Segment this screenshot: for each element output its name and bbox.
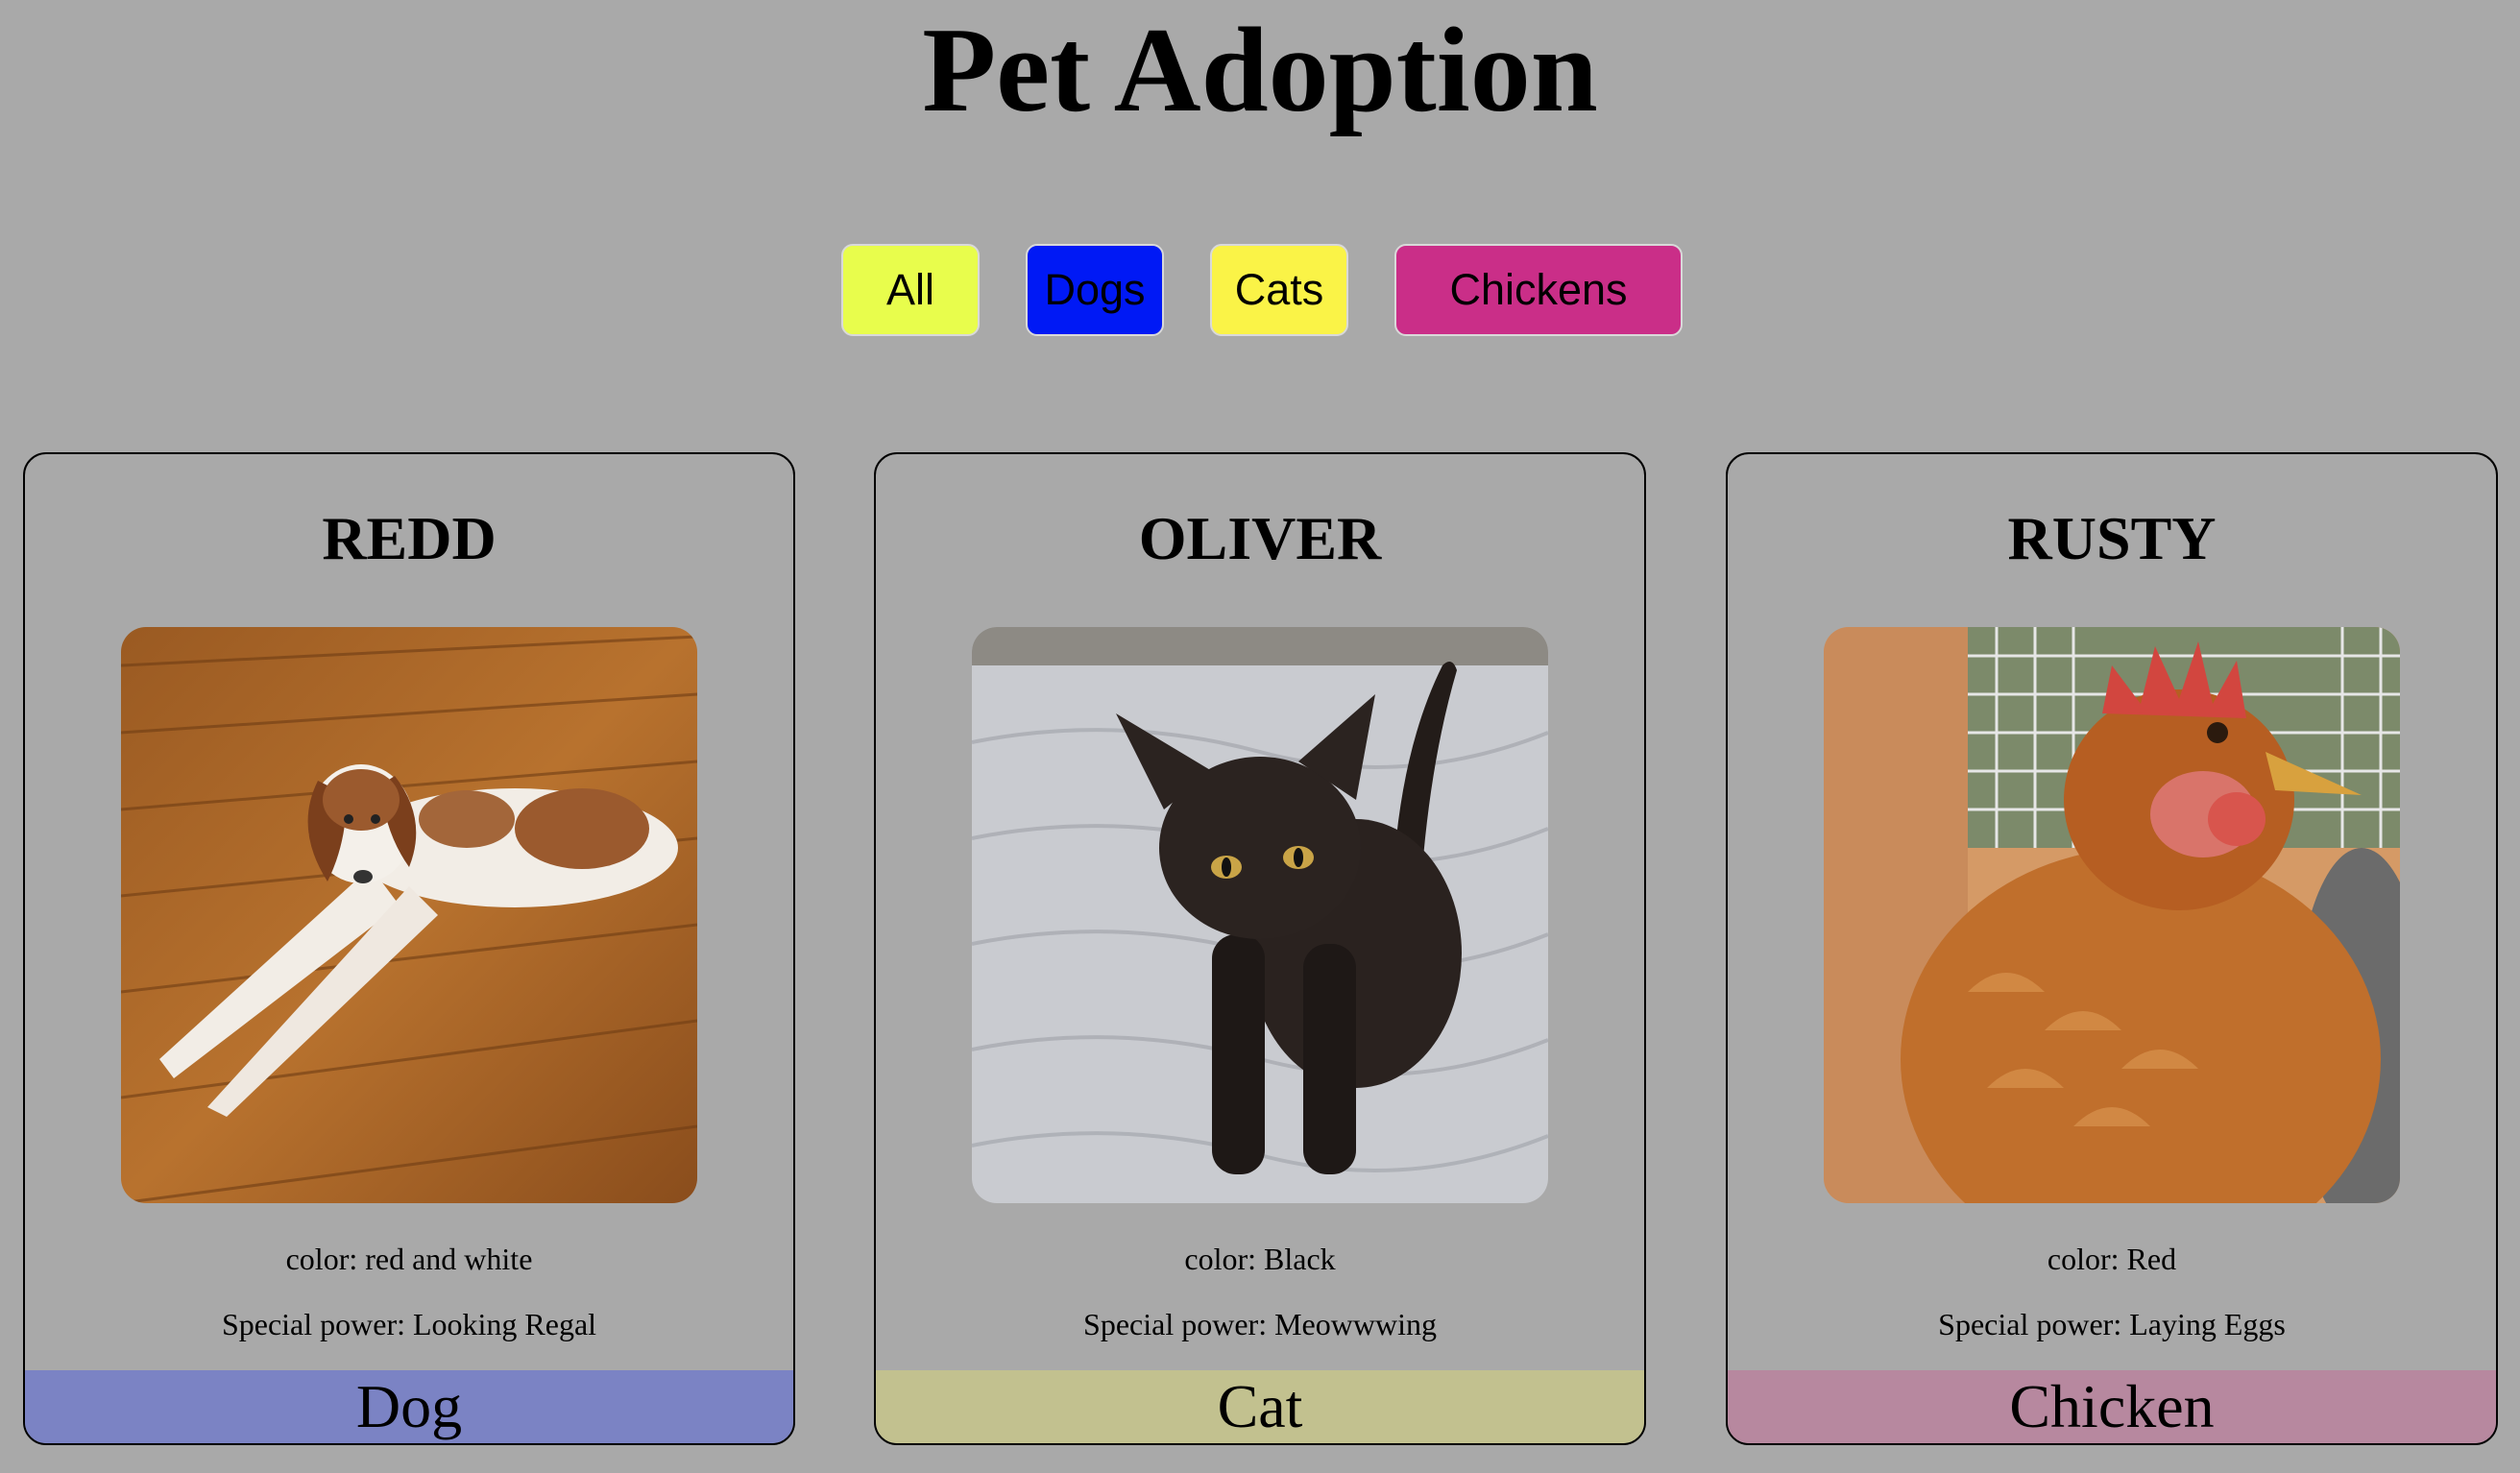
dog-photo bbox=[121, 627, 697, 1203]
pet-card-list: REDD color: red and white Special power:… bbox=[0, 452, 2520, 1445]
filter-cats-button[interactable]: Cats bbox=[1210, 244, 1348, 336]
pet-name: OLIVER bbox=[1138, 504, 1382, 572]
pet-name: REDD bbox=[322, 504, 497, 572]
filter-dogs-button[interactable]: Dogs bbox=[1026, 244, 1164, 336]
pet-card-rusty[interactable]: RUSTY color: Red Special power: Laying E… bbox=[1726, 452, 2498, 1445]
pet-color-text: color: red and white bbox=[285, 1242, 533, 1276]
pet-adoption-page: Pet Adoption All Dogs Cats Chickens REDD bbox=[0, 0, 2520, 1473]
pet-card-redd[interactable]: REDD color: red and white Special power:… bbox=[23, 452, 795, 1445]
chicken-photo bbox=[1824, 627, 2400, 1203]
filter-chickens-button[interactable]: Chickens bbox=[1394, 244, 1683, 336]
filter-all-button[interactable]: All bbox=[841, 244, 980, 336]
pet-special-power-text: Special power: Looking Regal bbox=[221, 1307, 597, 1341]
pet-type-bar: Cat bbox=[876, 1370, 1644, 1443]
pet-special-power-text: Special power: Meowwwing bbox=[1083, 1307, 1437, 1341]
pet-color-text: color: Red bbox=[2047, 1242, 2177, 1276]
pet-card-oliver[interactable]: OLIVER color: Black Special power: Meoww… bbox=[874, 452, 1646, 1445]
pet-type-bar: Chicken bbox=[1728, 1370, 2496, 1443]
pet-color-text: color: Black bbox=[1184, 1242, 1336, 1276]
cat-photo bbox=[972, 627, 1548, 1203]
filter-bar: All Dogs Cats Chickens bbox=[0, 244, 2520, 336]
pet-type-bar: Dog bbox=[25, 1370, 793, 1443]
pet-name: RUSTY bbox=[2007, 504, 2217, 572]
pet-special-power-text: Special power: Laying Eggs bbox=[1938, 1307, 2286, 1341]
page-title: Pet Adoption bbox=[922, 4, 1598, 137]
